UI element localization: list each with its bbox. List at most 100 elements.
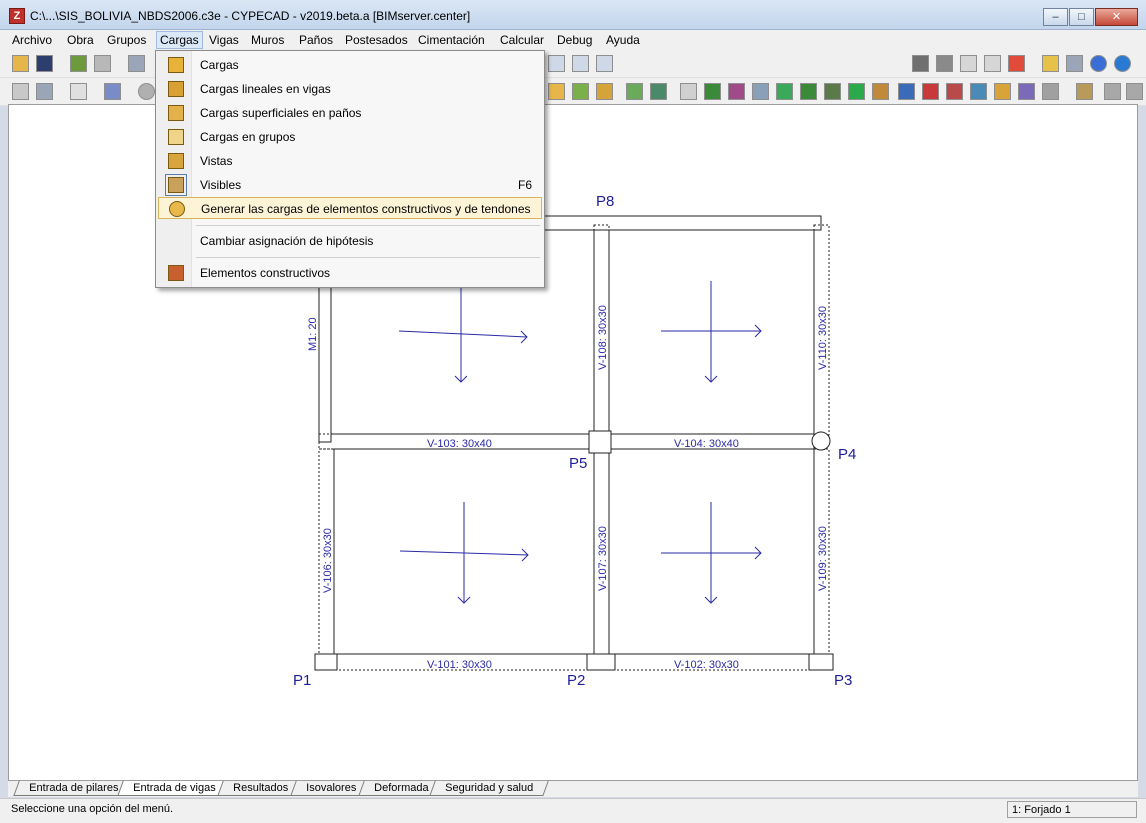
group-tool-icon[interactable] xyxy=(70,55,87,72)
menu-item-label: Generar las cargas de elementos construc… xyxy=(201,202,531,216)
beam-tool-2-icon[interactable] xyxy=(572,83,589,100)
open-external-icon[interactable] xyxy=(1008,55,1025,72)
menu-panos[interactable]: Paños xyxy=(299,33,333,47)
bim-sync-icon[interactable] xyxy=(1066,55,1083,72)
save-icon[interactable] xyxy=(36,55,53,72)
layers-icon[interactable] xyxy=(1076,83,1093,100)
beam-tool-5-icon[interactable] xyxy=(650,83,667,100)
menu-postesados[interactable]: Postesados xyxy=(345,33,408,47)
beam-tool-21-icon[interactable] xyxy=(1042,83,1059,100)
panel-se-load-cross xyxy=(661,502,762,604)
beam-tool-4-icon[interactable] xyxy=(626,83,643,100)
menu-item-cargas-superficiales[interactable]: Cargas superficiales en paños xyxy=(158,102,542,124)
menu-item-shortcut: F6 xyxy=(517,178,532,192)
menu-item-cargas-lineales[interactable]: Cargas lineales en vigas xyxy=(158,78,542,100)
status-floor: 1: Forjado 1 xyxy=(1007,801,1137,818)
beam-tool-10-icon[interactable] xyxy=(776,83,793,100)
help-icon[interactable] xyxy=(1090,55,1107,72)
gray-square-icon[interactable] xyxy=(1104,83,1121,100)
menu-bar: Archivo Obra Grupos Cargas Vigas Muros P… xyxy=(0,30,1146,50)
stairs-icon[interactable] xyxy=(70,83,87,100)
menu-obra[interactable]: Obra xyxy=(67,33,94,47)
menu-item-generar-cargas[interactable]: Generar las cargas de elementos construc… xyxy=(158,197,542,219)
beam-tool-15-icon[interactable] xyxy=(898,83,915,100)
menu-item-label: Cargas superficiales en paños xyxy=(200,106,362,120)
menu-item-cargas[interactable]: Cargas xyxy=(158,54,542,76)
menu-separator xyxy=(196,225,540,226)
menu-separator xyxy=(196,257,540,258)
grid-layer-icon[interactable] xyxy=(104,83,121,100)
tab-entrada-vigas[interactable]: Entrada de vigas xyxy=(117,781,232,796)
beam-tool-19-icon[interactable] xyxy=(994,83,1011,100)
menu-cimentacion[interactable]: Cimentación xyxy=(418,33,485,47)
grid-tool-icon[interactable] xyxy=(128,55,145,72)
label-v109: V-109: 30x30 xyxy=(817,526,829,591)
gray-square-2-icon[interactable] xyxy=(1126,83,1143,100)
cypecad-app-icon[interactable]: Z xyxy=(9,8,25,24)
beam-tool-20-icon[interactable] xyxy=(1018,83,1035,100)
beam-tool-9-icon[interactable] xyxy=(752,83,769,100)
beam-tool-12-icon[interactable] xyxy=(824,83,841,100)
menu-muros[interactable]: Muros xyxy=(251,33,284,47)
bim-upload-icon[interactable] xyxy=(1042,55,1059,72)
pillar-p4[interactable] xyxy=(811,431,831,451)
label-wall-m1: M1: 20 xyxy=(307,317,319,351)
beam-tool-11-icon[interactable] xyxy=(800,83,817,100)
menu-item-cargas-grupos[interactable]: Cargas en grupos xyxy=(158,126,542,148)
beam-tool-16-icon[interactable] xyxy=(922,83,939,100)
dimension-x-icon[interactable] xyxy=(548,55,565,72)
pillar-p1[interactable] xyxy=(314,653,338,671)
menu-debug[interactable]: Debug xyxy=(557,33,592,47)
beam-tool-18-icon[interactable] xyxy=(970,83,987,100)
menu-archivo[interactable]: Archivo xyxy=(12,33,52,47)
view-tabs: Entrada de pilares Entrada de vigas Resu… xyxy=(8,781,1138,797)
dimension-oblique-icon[interactable] xyxy=(596,55,613,72)
menu-calcular[interactable]: Calcular xyxy=(500,33,544,47)
menu-item-label: Cargas xyxy=(200,58,239,72)
menu-item-cambiar-hipotesis[interactable]: Cambiar asignación de hipótesis xyxy=(158,230,542,252)
window-controls: – □ ✕ xyxy=(1042,8,1138,26)
menu-grupos[interactable]: Grupos xyxy=(107,33,146,47)
beam-tool-8-icon[interactable] xyxy=(728,83,745,100)
visible-icon xyxy=(165,174,187,196)
pillar-p5[interactable] xyxy=(588,430,612,454)
views-icon xyxy=(168,153,184,169)
dimension-angle-icon[interactable] xyxy=(572,55,589,72)
tab-seguridad-salud[interactable]: Seguridad y salud xyxy=(429,781,549,796)
beam-tool-17-icon[interactable] xyxy=(946,83,963,100)
menu-vigas[interactable]: Vigas xyxy=(209,33,239,47)
beam-tool-14-icon[interactable] xyxy=(872,83,889,100)
web-globe-icon[interactable] xyxy=(1114,55,1131,72)
beam-tool-7-icon[interactable] xyxy=(704,83,721,100)
maximize-button[interactable]: □ xyxy=(1069,8,1094,26)
beam-tool-13-icon[interactable] xyxy=(848,83,865,100)
beam-tool-6-icon[interactable] xyxy=(680,83,697,100)
tab-label: Entrada de vigas xyxy=(133,782,216,794)
drop-icon[interactable] xyxy=(138,83,155,100)
undo-icon[interactable] xyxy=(960,55,977,72)
group-tool-2-icon[interactable] xyxy=(94,55,111,72)
beam-tool-1-icon[interactable] xyxy=(548,83,565,100)
open-folder-icon[interactable] xyxy=(12,55,29,72)
minimize-button[interactable]: – xyxy=(1043,8,1068,26)
tab-entrada-pilares[interactable]: Entrada de pilares xyxy=(13,781,135,796)
floors-icon[interactable] xyxy=(12,83,29,100)
menu-cargas[interactable]: Cargas xyxy=(156,31,203,49)
close-button[interactable]: ✕ xyxy=(1095,8,1138,26)
tab-label: Entrada de pilares xyxy=(29,782,119,794)
print-icon[interactable] xyxy=(912,55,929,72)
menu-ayuda[interactable]: Ayuda xyxy=(606,33,640,47)
label-p2: P2 xyxy=(567,672,585,689)
cargas-dropdown-menu: Cargas Cargas lineales en vigas Cargas s… xyxy=(155,50,545,288)
menu-item-visibles[interactable]: Visibles F6 xyxy=(158,174,542,196)
redo-icon[interactable] xyxy=(984,55,1001,72)
label-p5: P5 xyxy=(569,455,587,472)
export-icon[interactable] xyxy=(936,55,953,72)
pillar-p2[interactable] xyxy=(586,653,616,671)
menu-item-elementos-constructivos[interactable]: Elementos constructivos xyxy=(158,262,542,284)
menu-item-label: Cargas lineales en vigas xyxy=(200,82,331,96)
menu-item-vistas[interactable]: Vistas xyxy=(158,150,542,172)
beam-tool-3-icon[interactable] xyxy=(596,83,613,100)
floors-edit-icon[interactable] xyxy=(36,83,53,100)
pillar-p3[interactable] xyxy=(808,653,834,671)
